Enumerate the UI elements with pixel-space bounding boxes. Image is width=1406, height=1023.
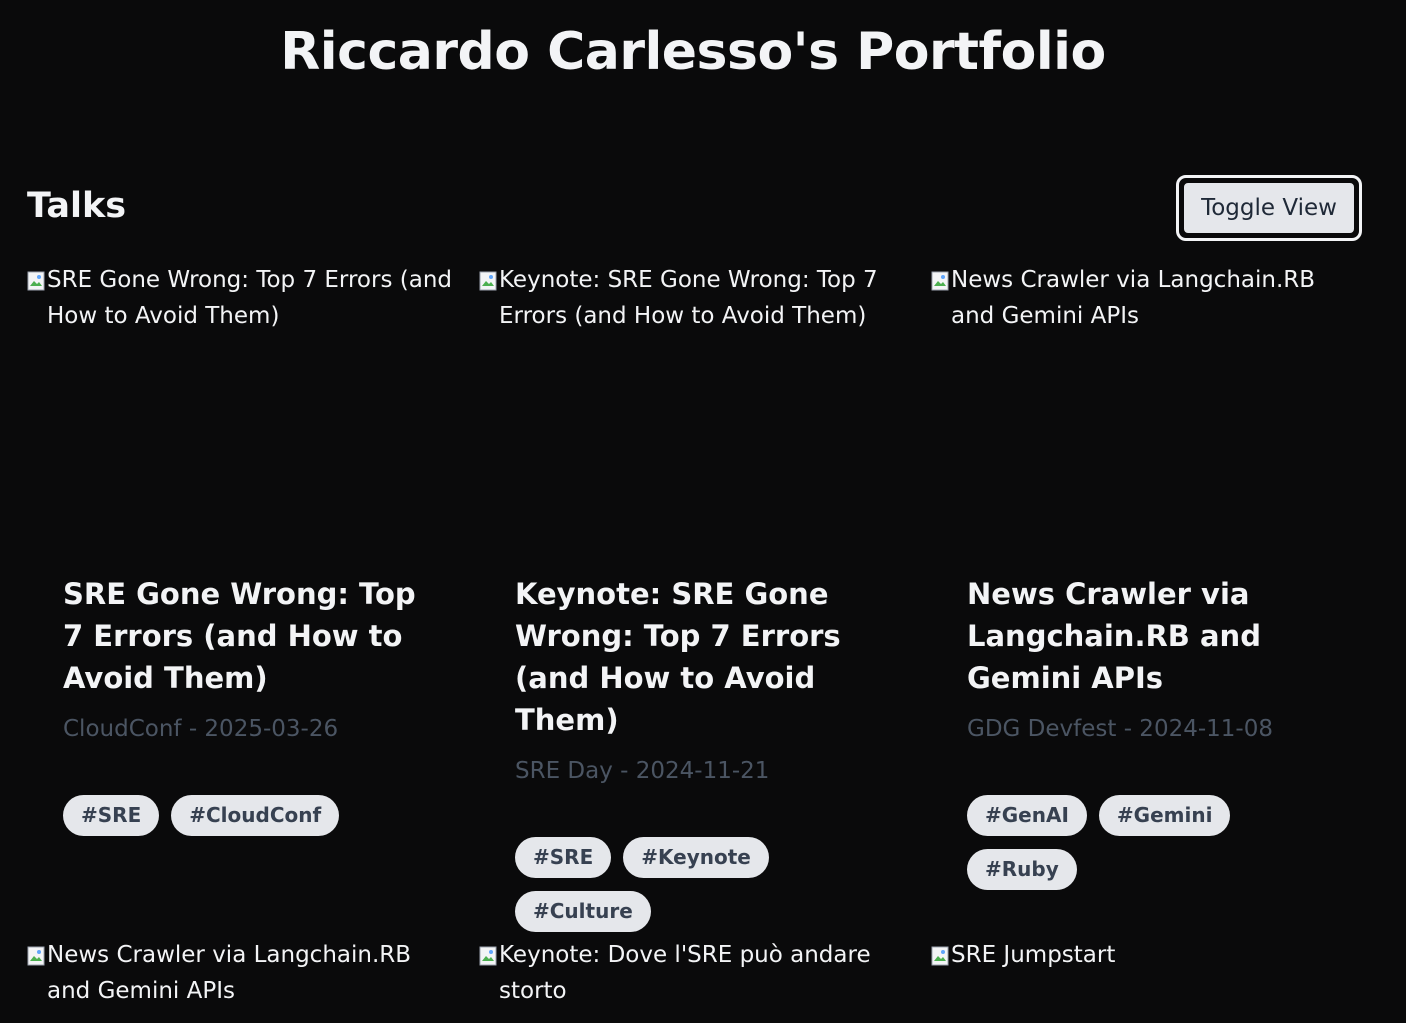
thumbnail-alt-text: News Crawler via Langchain.RB and Gemini… <box>47 942 412 1004</box>
talk-title[interactable]: SRE Gone Wrong: Top 7 Errors (and How to… <box>63 573 421 699</box>
tag-list: #GenAI #Gemini #Ruby <box>967 795 1325 890</box>
broken-image-icon <box>479 941 497 966</box>
talk-card[interactable]: Keynote: Dove l'SRE può andare storto <box>479 937 909 1023</box>
tag[interactable]: #Culture <box>515 891 651 932</box>
thumbnail-alt-text: Keynote: Dove l'SRE può andare storto <box>499 942 871 1004</box>
broken-image-icon <box>27 266 45 291</box>
talk-meta: GDG Devfest - 2024-11-08 <box>967 716 1273 742</box>
tag[interactable]: #GenAI <box>967 795 1087 836</box>
talk-card[interactable]: News Crawler via Langchain.RB and Gemini… <box>27 937 457 1023</box>
thumbnail-alt-text: Keynote: SRE Gone Wrong: Top 7 Errors (a… <box>499 267 878 329</box>
talk-card[interactable]: News Crawler via Langchain.RB and Gemini… <box>931 262 1361 890</box>
talk-thumbnail[interactable]: News Crawler via Langchain.RB and Gemini… <box>27 937 457 1023</box>
talk-thumbnail[interactable]: News Crawler via Langchain.RB and Gemini… <box>931 262 1361 522</box>
thumbnail-alt-text: SRE Jumpstart <box>951 942 1116 968</box>
thumbnail-alt-text: News Crawler via Langchain.RB and Gemini… <box>951 267 1316 329</box>
tag[interactable]: #Keynote <box>623 837 769 878</box>
tag-list: #SRE #Keynote #Culture <box>515 837 873 932</box>
talk-card[interactable]: SRE Gone Wrong: Top 7 Errors (and How to… <box>27 262 457 836</box>
tag-list: #SRE #CloudConf <box>63 795 421 836</box>
toggle-view-label: Toggle View <box>1182 181 1356 235</box>
broken-image-icon <box>931 941 949 966</box>
talk-card[interactable]: Keynote: SRE Gone Wrong: Top 7 Errors (a… <box>479 262 909 932</box>
talk-thumbnail[interactable]: SRE Gone Wrong: Top 7 Errors (and How to… <box>27 262 457 522</box>
broken-image-icon <box>27 941 45 966</box>
talk-thumbnail[interactable]: Keynote: SRE Gone Wrong: Top 7 Errors (a… <box>479 262 909 522</box>
talk-title[interactable]: News Crawler via Langchain.RB and Gemini… <box>967 573 1325 699</box>
page-title: Riccardo Carlesso's Portfolio <box>280 22 1106 82</box>
section-title-talks: Talks <box>27 186 127 226</box>
tag[interactable]: #Gemini <box>1098 795 1231 836</box>
talk-title[interactable]: Keynote: SRE Gone Wrong: Top 7 Errors (a… <box>515 573 873 741</box>
tag[interactable]: #SRE <box>515 837 612 878</box>
tag[interactable]: #CloudConf <box>171 795 340 836</box>
toggle-view-button[interactable]: Toggle View <box>1176 175 1362 241</box>
talk-thumbnail[interactable]: SRE Jumpstart <box>931 937 1361 1023</box>
broken-image-icon <box>479 266 497 291</box>
broken-image-icon <box>931 266 949 291</box>
thumbnail-alt-text: SRE Gone Wrong: Top 7 Errors (and How to… <box>47 267 452 329</box>
talk-meta: CloudConf - 2025-03-26 <box>63 716 339 742</box>
tag[interactable]: #Ruby <box>967 849 1077 890</box>
talk-meta: SRE Day - 2024-11-21 <box>515 758 770 784</box>
talk-card[interactable]: SRE Jumpstart <box>931 937 1361 1023</box>
tag[interactable]: #SRE <box>63 795 160 836</box>
talk-thumbnail[interactable]: Keynote: Dove l'SRE può andare storto <box>479 937 909 1023</box>
